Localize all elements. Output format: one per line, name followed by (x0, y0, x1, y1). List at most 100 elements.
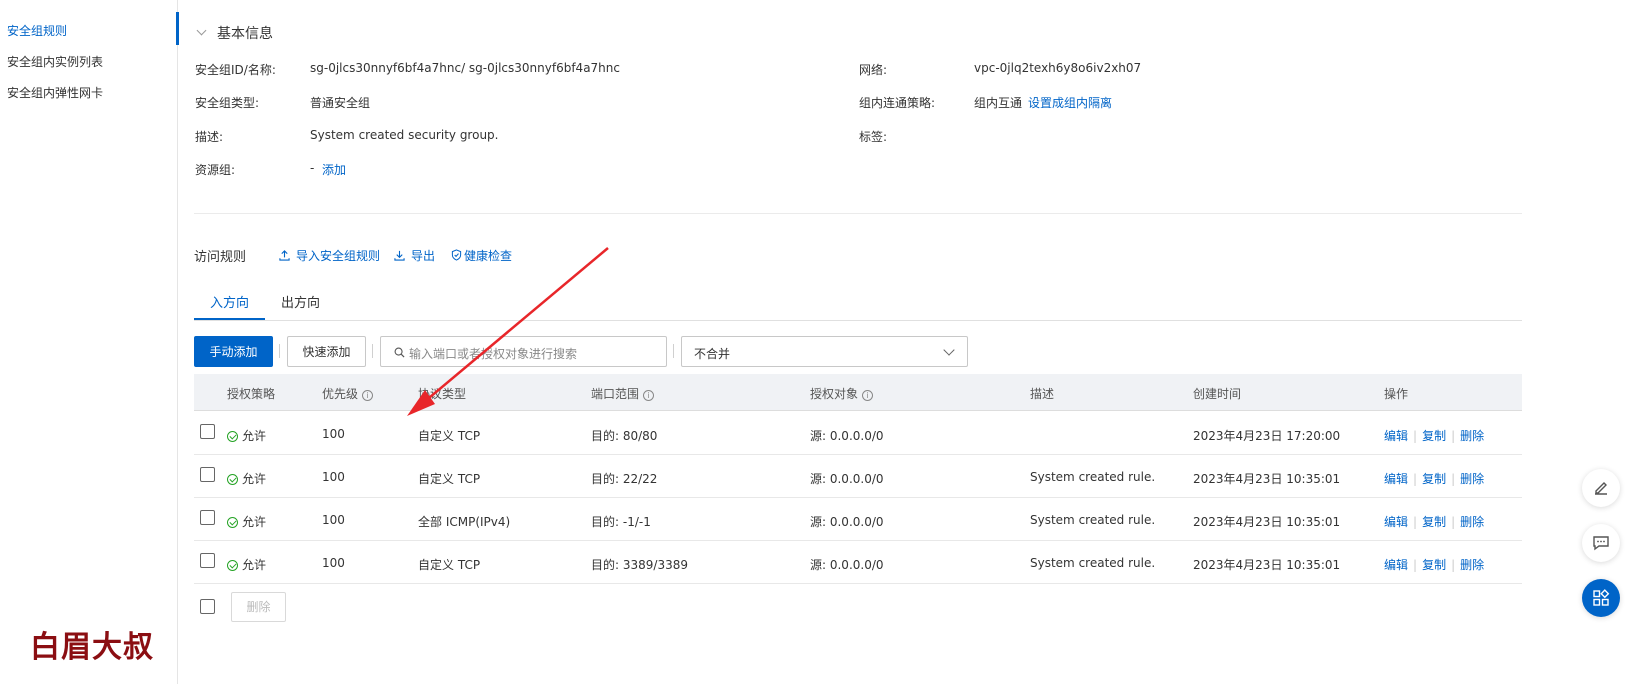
delete-link[interactable]: 删除 (1460, 558, 1484, 572)
cell-port: 目的: 80/80 (591, 429, 658, 443)
copy-link[interactable]: 复制 (1422, 558, 1446, 572)
cell-policy: 允许 (227, 470, 266, 487)
access-rules-title: 访问规则 (194, 250, 247, 265)
quick-add-button[interactable]: 快速添加 (287, 336, 366, 367)
sidebar-active-indicator (176, 12, 179, 45)
chat-float-button[interactable] (1582, 524, 1620, 562)
tab-inbound[interactable]: 入方向 (210, 292, 249, 311)
network-value[interactable]: vpc-0jlq2texh6y8o6iv2xh07 (974, 61, 1141, 75)
check-circle-icon (227, 431, 238, 442)
table-row: 允许 100 全部 ICMP(IPv4) 目的: -1/-1 源: 0.0.0.0/0 S… (194, 498, 1522, 541)
cell-policy: 允许 (227, 427, 266, 444)
cell-protocol: 自定义 TCP (418, 429, 481, 443)
sidebar-item-instance-list[interactable]: 安全组内实例列表 (7, 53, 103, 70)
set-isolation-link[interactable]: 设置成组内隔离 (1028, 94, 1112, 111)
toolbar-separator (279, 344, 280, 358)
merge-select[interactable]: 不合并 (681, 336, 968, 367)
resource-group-label: 资源组: (195, 163, 236, 177)
cell-actions: 编辑 | 复制 | 删除 (1384, 558, 1485, 572)
table-row: 允许 100 自定义 TCP 目的: 80/80 源: 0.0.0.0/0 2023年4月… (194, 412, 1522, 455)
table-row: 允许 100 自定义 TCP 目的: 22/22 源: 0.0.0.0/0 System … (194, 455, 1522, 498)
delete-link[interactable]: 删除 (1460, 429, 1484, 443)
col-actions: 操作 (1384, 387, 1409, 401)
delete-link[interactable]: 删除 (1460, 515, 1484, 529)
cell-priority: 100 (322, 556, 345, 570)
copy-link[interactable]: 复制 (1422, 429, 1446, 443)
info-icon[interactable]: i (643, 390, 655, 401)
import-rules-link[interactable]: 导入安全组规则 (279, 247, 380, 264)
cell-port: 目的: 22/22 (591, 472, 658, 486)
cell-protocol: 自定义 TCP (418, 558, 481, 572)
tabs-underline (194, 320, 1522, 321)
cell-created: 2023年4月23日 10:35:01 (1193, 472, 1341, 486)
cell-source: 源: 0.0.0.0/0 (810, 558, 884, 572)
cell-created: 2023年4月23日 10:35:01 (1193, 558, 1341, 572)
cell-policy-text: 允许 (242, 429, 267, 443)
row-checkbox[interactable] (200, 424, 215, 439)
cell-priority: 100 (322, 513, 345, 527)
col-source: 授权对象 i (810, 385, 874, 402)
import-rules-label: 导入安全组规则 (296, 249, 381, 263)
cell-policy-text: 允许 (242, 472, 267, 486)
toolbar-separator (673, 344, 674, 358)
sidebar-item-eni[interactable]: 安全组内弹性网卡 (7, 84, 103, 101)
collapse-chevron-icon[interactable] (196, 25, 207, 36)
row-checkbox[interactable] (200, 553, 215, 568)
delete-link[interactable]: 删除 (1460, 472, 1484, 486)
info-icon[interactable]: i (862, 390, 874, 401)
intra-policy-value: 组内互通 (974, 96, 1023, 110)
section-divider (194, 213, 1522, 214)
sidebar: 安全组规则 安全组内实例列表 安全组内弹性网卡 (0, 0, 179, 684)
col-policy: 授权策略 (227, 387, 276, 401)
cell-desc: System created rule. (1030, 513, 1156, 527)
row-checkbox[interactable] (200, 510, 215, 525)
manual-add-button[interactable]: 手动添加 (194, 336, 273, 367)
brand-watermark: 白眉大叔 (30, 630, 154, 665)
bulk-delete-button[interactable]: 删除 (231, 592, 286, 622)
cell-priority: 100 (322, 427, 345, 441)
edit-link[interactable]: 编辑 (1384, 558, 1408, 572)
annotation-arrow (407, 247, 609, 416)
check-circle-icon (227, 474, 238, 485)
sidebar-item-security-rules[interactable]: 安全组规则 (7, 22, 67, 39)
col-source-label: 授权对象 (810, 387, 859, 401)
resource-group-value: - (310, 161, 315, 175)
sg-id-label: 安全组ID/名称: (195, 63, 276, 77)
sg-desc-value: System created security group. (310, 128, 499, 142)
cell-desc: System created rule. (1030, 556, 1156, 570)
edit-link[interactable]: 编辑 (1384, 515, 1408, 529)
copy-link[interactable]: 复制 (1422, 472, 1446, 486)
edit-link[interactable]: 编辑 (1384, 429, 1408, 443)
cell-created: 2023年4月23日 10:35:01 (1193, 515, 1341, 529)
cell-source: 源: 0.0.0.0/0 (810, 429, 884, 443)
cell-desc: System created rule. (1030, 470, 1156, 484)
main-content: 基本信息 安全组ID/名称: sg-0jlcs30nnyf6bf4a7hnc/ … (194, 0, 1593, 684)
resource-group-add-link[interactable]: 添加 (322, 161, 346, 178)
toolbar-separator (372, 344, 373, 358)
row-checkbox[interactable] (200, 467, 215, 482)
table-header: 授权策略 优先级 i 协议类型 端口范围 i 授权对象 i 描述 创建时间 操作 (194, 374, 1522, 411)
cell-protocol: 全部 ICMP(IPv4) (418, 515, 511, 529)
copy-link[interactable]: 复制 (1422, 515, 1446, 529)
basic-info-title: 基本信息 (217, 26, 273, 42)
sg-desc-label: 描述: (195, 130, 224, 144)
info-icon[interactable]: i (362, 390, 374, 401)
feedback-float-button[interactable] (1582, 469, 1620, 507)
chevron-down-icon (943, 344, 955, 356)
intra-policy-label: 组内连通策略: (859, 96, 936, 110)
network-label: 网络: (859, 63, 888, 77)
cell-protocol: 自定义 TCP (418, 472, 481, 486)
tab-outbound[interactable]: 出方向 (281, 292, 320, 311)
cell-source: 源: 0.0.0.0/0 (810, 472, 884, 486)
tags-label: 标签: (859, 130, 888, 144)
edit-icon (1595, 482, 1607, 495)
check-circle-icon (227, 560, 238, 571)
cell-policy-text: 允许 (242, 515, 267, 529)
sg-type-value: 普通安全组 (310, 96, 371, 110)
apps-float-button[interactable] (1582, 579, 1620, 617)
cell-source: 源: 0.0.0.0/0 (810, 515, 884, 529)
select-all-checkbox[interactable] (200, 599, 215, 614)
cell-policy: 允许 (227, 556, 266, 573)
edit-link[interactable]: 编辑 (1384, 472, 1408, 486)
cell-priority: 100 (322, 470, 345, 484)
